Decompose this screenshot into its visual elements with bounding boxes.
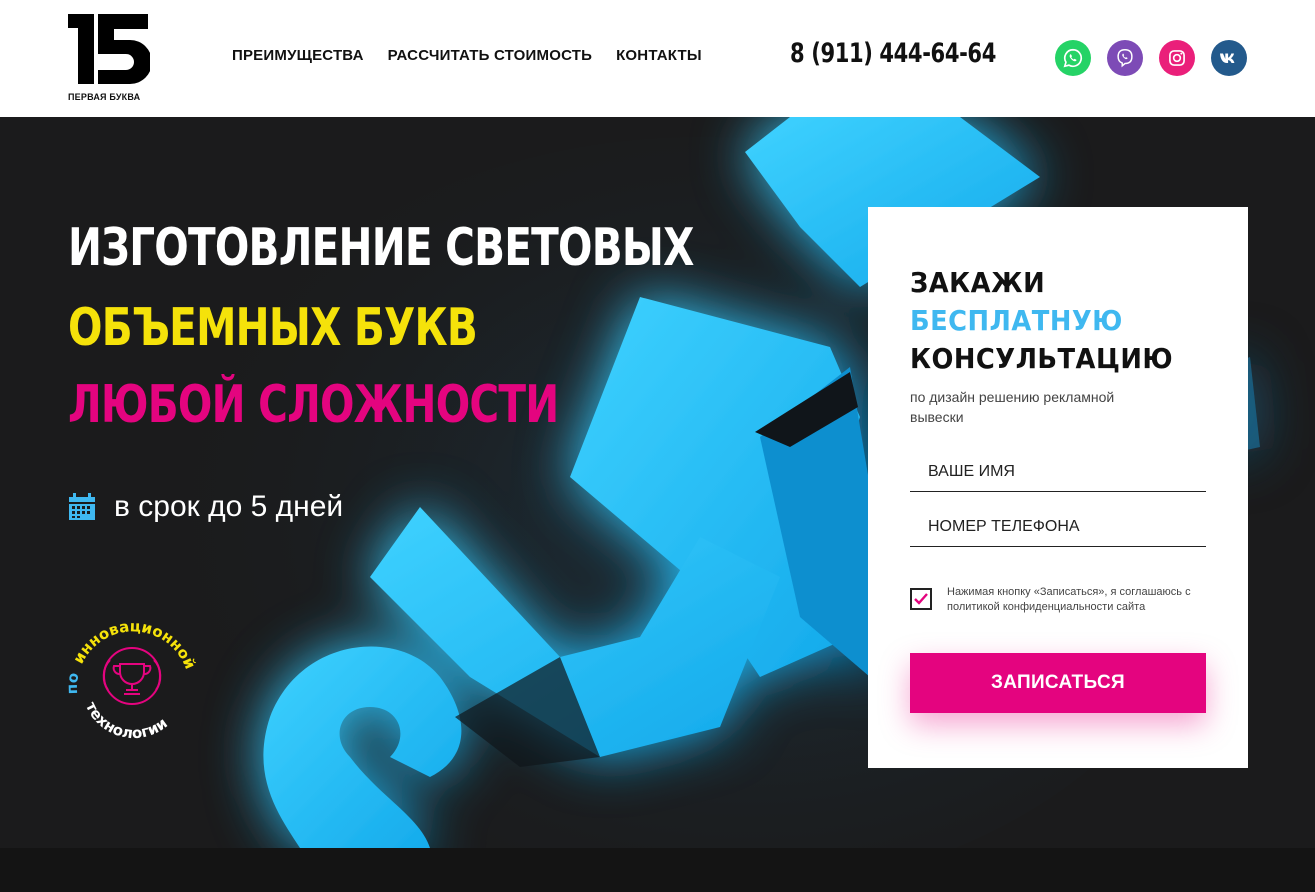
- hero-title-line-3: ЛЮБОЙ СЛОЖНОСТИ: [68, 375, 559, 435]
- badge-text-prefix: по: [63, 671, 83, 694]
- phone-input[interactable]: [910, 507, 1206, 547]
- hero-title-line-2: ОБЪЕМНЫХ БУКВ: [68, 298, 478, 358]
- name-input[interactable]: [910, 452, 1206, 492]
- main-nav: ПРЕИМУЩЕСТВА РАССЧИТАТЬ СТОИМОСТЬ КОНТАК…: [232, 47, 702, 64]
- innovation-badge: по инновационной технологии: [63, 617, 199, 742]
- consent-text: Нажимая кнопку «Записаться», я соглашаюс…: [947, 586, 1191, 613]
- hero-title-line-1: ИЗГОТОВЛЕНИЕ СВЕТОВЫХ: [68, 218, 694, 278]
- svg-text:технологии: технологии: [82, 699, 171, 742]
- badge-text-suffix: технологии: [82, 699, 171, 742]
- bottom-strip: [0, 848, 1315, 892]
- viber-icon[interactable]: [1107, 40, 1143, 76]
- calendar-icon: [69, 493, 95, 520]
- deadline: в срок до 5 дней: [68, 490, 343, 524]
- site-header: ПЕРВАЯ БУКВА ПРЕИМУЩЕСТВА РАССЧИТАТЬ СТО…: [0, 0, 1315, 117]
- nav-item-contacts[interactable]: КОНТАКТЫ: [616, 47, 702, 64]
- form-title-line-2: БЕСПЛАТНУЮ: [910, 304, 1123, 337]
- social-links: [1055, 40, 1247, 76]
- form-title-line-3: КОНСУЛЬТАЦИЮ: [910, 342, 1174, 375]
- deadline-text: в срок до 5 дней: [114, 490, 344, 523]
- instagram-icon[interactable]: [1159, 40, 1195, 76]
- logo-caption: ПЕРВАЯ БУКВА: [68, 92, 141, 102]
- whatsapp-icon[interactable]: [1055, 40, 1091, 76]
- logo[interactable]: ПЕРВАЯ БУКВА: [68, 14, 150, 104]
- logo-mark-icon: [68, 14, 150, 84]
- consent-checkbox[interactable]: [910, 588, 932, 610]
- vk-icon[interactable]: [1211, 40, 1247, 76]
- nav-item-calculate[interactable]: РАССЧИТАТЬ СТОИМОСТЬ: [388, 47, 592, 64]
- trophy-icon: [102, 647, 162, 705]
- form-title-line-1: ЗАКАЖИ: [910, 266, 1046, 299]
- consultation-form: ЗАКАЖИ БЕСПЛАТНУЮ КОНСУЛЬТАЦИЮ по дизайн…: [868, 207, 1248, 768]
- submit-button[interactable]: ЗАПИСАТЬСЯ: [910, 653, 1206, 713]
- nav-item-advantages[interactable]: ПРЕИМУЩЕСТВА: [232, 47, 364, 64]
- form-subtitle: по дизайн решению рекламной вывески: [910, 389, 1115, 425]
- checkmark-icon: [914, 593, 928, 605]
- phone-number[interactable]: 8 (911) 444-64-64: [790, 38, 996, 69]
